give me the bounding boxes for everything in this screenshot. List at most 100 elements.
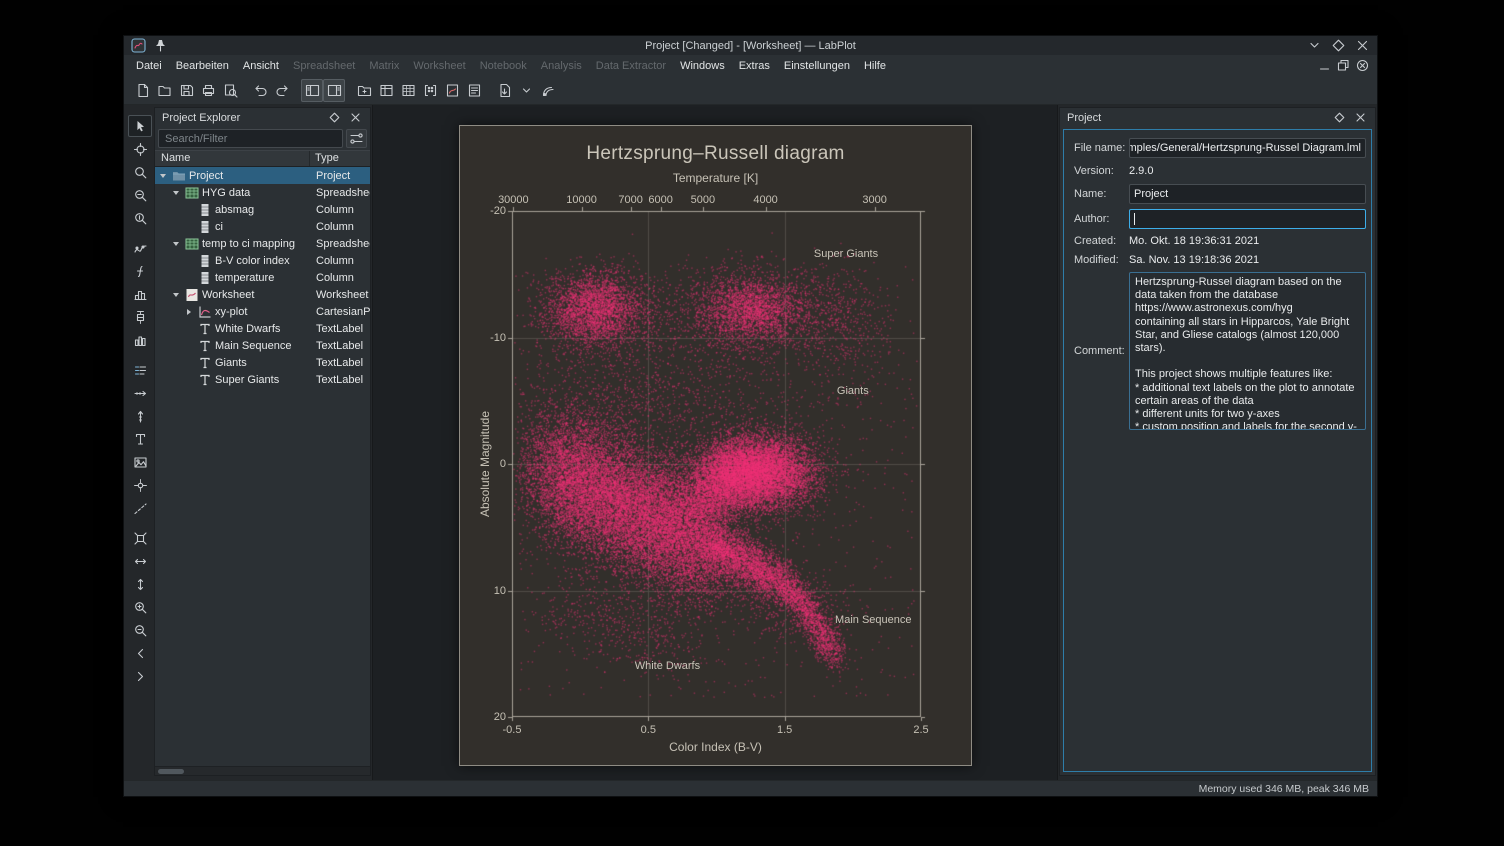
- close-properties-button[interactable]: [1353, 110, 1368, 125]
- zoom-y-select-mode-button[interactable]: [128, 207, 152, 229]
- add-equation-curve-button[interactable]: [128, 260, 152, 282]
- zoom-select-mode-button[interactable]: [128, 161, 152, 183]
- menu-bearbeiten[interactable]: Bearbeiten: [169, 57, 236, 75]
- tree-row-ci[interactable]: ciColumn: [155, 218, 370, 235]
- tree-row-white-dwarfs[interactable]: White DwarfsTextLabel: [155, 320, 370, 337]
- tree-row-temp-to-ci-mapping[interactable]: temp to ci mappingSpreadsheet: [155, 235, 370, 252]
- tree-row-temperature[interactable]: temperatureColumn: [155, 269, 370, 286]
- worksheet-page[interactable]: Hertzsprung–Russell diagram Temperature …: [459, 125, 972, 766]
- auto-scale-button[interactable]: [128, 527, 152, 549]
- tree-row-super-giants[interactable]: Super GiantsTextLabel: [155, 371, 370, 388]
- hr-diagram-canvas[interactable]: [502, 201, 931, 727]
- expander-open-icon[interactable]: [157, 174, 168, 178]
- tree-row-b-v-color-index[interactable]: B-V color indexColumn: [155, 252, 370, 269]
- menu-analysis[interactable]: Analysis: [534, 57, 589, 75]
- new-matrix-button[interactable]: [419, 79, 441, 102]
- tree-row-main-sequence[interactable]: Main SequenceTextLabel: [155, 337, 370, 354]
- expander-closed-icon[interactable]: [183, 309, 194, 315]
- plot-title[interactable]: Hertzsprung–Russell diagram: [460, 143, 971, 165]
- menu-data-extractor[interactable]: Data Extractor: [589, 57, 673, 75]
- menu-notebook[interactable]: Notebook: [473, 57, 534, 75]
- scrollbar-thumb[interactable]: [158, 769, 184, 774]
- shift-left-x-button[interactable]: [128, 642, 152, 664]
- tree-row-project[interactable]: ProjectProject: [155, 167, 370, 184]
- import-file-button[interactable]: [493, 79, 515, 102]
- filter-options-button[interactable]: [346, 129, 367, 148]
- print-preview-button[interactable]: [219, 79, 241, 102]
- new-folder-button[interactable]: [353, 79, 375, 102]
- close-window-button[interactable]: [1355, 38, 1370, 53]
- toggle-project-explorer-button[interactable]: [301, 79, 323, 102]
- import-dropdown-caret-button[interactable]: [515, 79, 537, 102]
- author-input[interactable]: [1129, 209, 1366, 229]
- add-image-button[interactable]: [128, 451, 152, 473]
- new-project-button[interactable]: [131, 79, 153, 102]
- tree-row-worksheet[interactable]: WorksheetWorksheet: [155, 286, 370, 303]
- open-project-button[interactable]: [153, 79, 175, 102]
- toggle-properties-explorer-button[interactable]: [323, 79, 345, 102]
- plot-annotation-main-sequence[interactable]: Main Sequence: [835, 614, 911, 626]
- mdi-restore-button[interactable]: [1336, 58, 1351, 73]
- float-panel-button[interactable]: [327, 110, 342, 125]
- new-workbook-button[interactable]: [375, 79, 397, 102]
- add-barplot-button[interactable]: [128, 329, 152, 351]
- zoom-x-select-mode-button[interactable]: [128, 184, 152, 206]
- menu-datei[interactable]: Datei: [129, 57, 169, 75]
- menu-spreadsheet[interactable]: Spreadsheet: [286, 57, 362, 75]
- add-text-label-button[interactable]: [128, 428, 152, 450]
- tree-row-giants[interactable]: GiantsTextLabel: [155, 354, 370, 371]
- crosshair-mode-button[interactable]: [128, 138, 152, 160]
- close-panel-button[interactable]: [348, 110, 363, 125]
- plot-annotation-giants[interactable]: Giants: [837, 385, 869, 397]
- new-live-data-button[interactable]: [537, 79, 559, 102]
- project-explorer-header[interactable]: Project Explorer: [155, 108, 370, 127]
- title-bar[interactable]: Project [Changed] - [Worksheet] — LabPlo…: [124, 36, 1377, 55]
- select-mouse-mode-button[interactable]: [128, 115, 152, 137]
- zoom-in-button[interactable]: [128, 596, 152, 618]
- auto-scale-y-button[interactable]: [128, 573, 152, 595]
- chevron-down-button[interactable]: [1307, 38, 1322, 53]
- menu-matrix[interactable]: Matrix: [362, 57, 406, 75]
- print-button[interactable]: [197, 79, 219, 102]
- plot-annotation-white-dwarfs[interactable]: White Dwarfs: [635, 660, 700, 672]
- add-vertical-axis-button[interactable]: [128, 405, 152, 427]
- menu-ansicht[interactable]: Ansicht: [236, 57, 286, 75]
- properties-panel-header[interactable]: Project: [1060, 108, 1375, 127]
- mdi-close-button[interactable]: [1355, 58, 1370, 73]
- expander-open-icon[interactable]: [170, 293, 181, 297]
- auto-scale-x-button[interactable]: [128, 550, 152, 572]
- file-name-input[interactable]: lot/data/examples/General/Hertzsprung-Ru…: [1129, 138, 1366, 158]
- menu-extras[interactable]: Extras: [732, 57, 777, 75]
- menu-hilfe[interactable]: Hilfe: [857, 57, 893, 75]
- tree-row-xy-plot[interactable]: xy-plotCartesianPlot: [155, 303, 370, 320]
- mdi-minimize-button[interactable]: [1317, 58, 1332, 73]
- add-histogram-button[interactable]: [128, 283, 152, 305]
- worksheet-view[interactable]: Hertzsprung–Russell diagram Temperature …: [372, 105, 1058, 780]
- menu-einstellungen[interactable]: Einstellungen: [777, 57, 857, 75]
- expander-open-icon[interactable]: [170, 191, 181, 195]
- plot-annotation-super-giants[interactable]: Super Giants: [814, 248, 878, 260]
- column-header-name[interactable]: Name: [155, 151, 310, 166]
- menu-windows[interactable]: Windows: [673, 57, 732, 75]
- tree-row-hyg-data[interactable]: HYG dataSpreadsheet: [155, 184, 370, 201]
- tree-column-headers[interactable]: Name Type: [155, 150, 370, 167]
- column-header-type[interactable]: Type: [310, 151, 370, 166]
- add-boxplot-button[interactable]: [128, 306, 152, 328]
- add-reference-line-button[interactable]: [128, 497, 152, 519]
- pin-icon[interactable]: [153, 38, 168, 53]
- undo-button[interactable]: [249, 79, 271, 102]
- add-custom-point-button[interactable]: [128, 474, 152, 496]
- new-note-button[interactable]: [463, 79, 485, 102]
- new-worksheet-button[interactable]: [441, 79, 463, 102]
- save-project-button[interactable]: [175, 79, 197, 102]
- add-legend-button[interactable]: [128, 359, 152, 381]
- project-name-input[interactable]: Project: [1129, 184, 1366, 204]
- search-input[interactable]: Search/Filter: [158, 129, 343, 148]
- zoom-out-button[interactable]: [128, 619, 152, 641]
- comment-textarea[interactable]: Hertzsprung-Russel diagram based on the …: [1129, 272, 1366, 430]
- float-properties-button[interactable]: [1332, 110, 1347, 125]
- horizontal-scrollbar[interactable]: [155, 766, 370, 775]
- shift-right-x-button[interactable]: [128, 665, 152, 687]
- expander-open-icon[interactable]: [170, 242, 181, 246]
- add-horizontal-axis-button[interactable]: [128, 382, 152, 404]
